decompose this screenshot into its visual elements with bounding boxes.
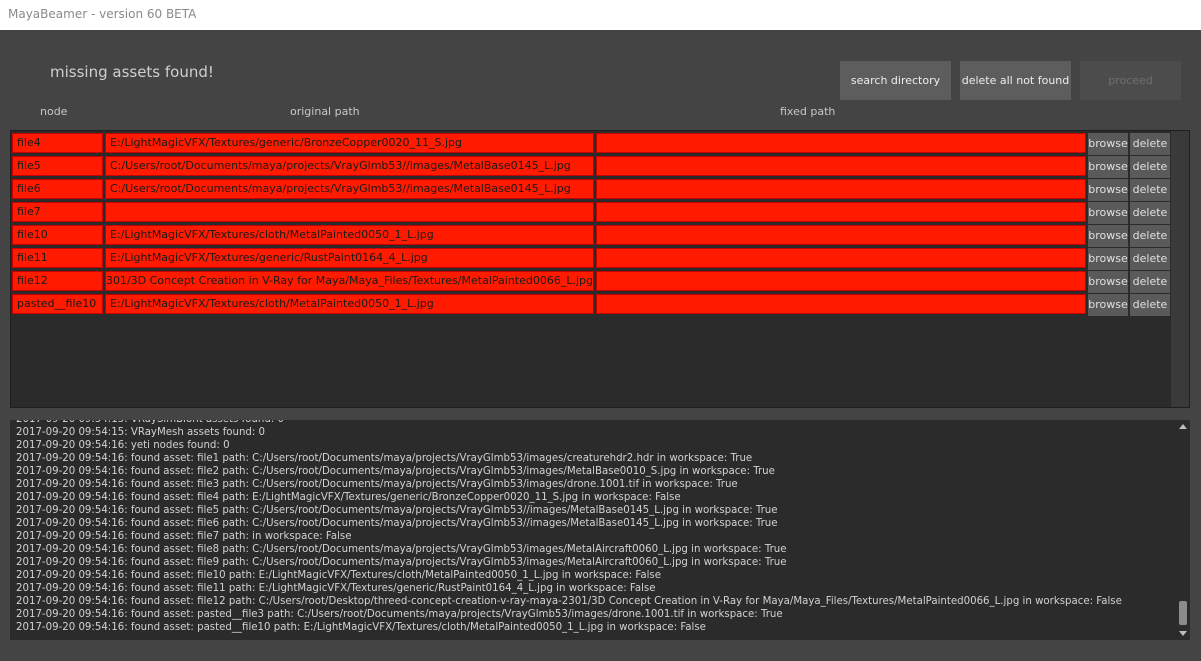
delete-all-not-found-button[interactable]: delete all not found	[960, 61, 1071, 100]
title-bar: MayaBeamer - version 60 BETA	[0, 0, 1201, 30]
node-name-field[interactable]: file12	[12, 271, 103, 291]
node-name-field[interactable]: file6	[12, 179, 103, 199]
node-name-field[interactable]: file7	[12, 202, 103, 222]
log-line: 2017-09-20 09:54:16: found asset: file2 …	[16, 466, 775, 477]
scrollbar-thumb[interactable]	[1179, 601, 1187, 625]
fixed-path-field[interactable]	[596, 294, 1086, 314]
delete-button[interactable]: delete	[1130, 294, 1170, 316]
table-scrollbar[interactable]	[1171, 131, 1189, 407]
window-title: MayaBeamer - version 60 BETA	[8, 7, 197, 21]
node-name-field[interactable]: file11	[12, 248, 103, 268]
log-line: 2017-09-20 09:54:16: found asset: file11…	[16, 583, 656, 594]
scroll-down-arrow-icon[interactable]	[1179, 631, 1187, 636]
browse-button[interactable]: browse	[1088, 179, 1128, 201]
asset-table: file4 E:/LightMagicVFX/Textures/generic/B…	[10, 130, 1190, 408]
column-header-node: node	[40, 105, 68, 118]
column-header-fixed-path: fixed path	[780, 105, 836, 118]
log-line: 2017-09-20 09:54:16: found asset: file1 …	[16, 453, 753, 464]
log-line: 2017-09-20 09:54:16: found asset: file9 …	[16, 557, 787, 568]
log-line: 2017-09-20 09:54:16: found asset: file5 …	[16, 505, 778, 516]
fixed-path-field[interactable]	[596, 225, 1086, 245]
column-header-original-path: original path	[290, 105, 360, 118]
fixed-path-field[interactable]	[596, 156, 1086, 176]
delete-button[interactable]: delete	[1130, 248, 1170, 270]
browse-button[interactable]: browse	[1088, 294, 1128, 316]
browse-button[interactable]: browse	[1088, 225, 1128, 247]
proceed-button[interactable]: proceed	[1080, 61, 1181, 100]
original-path-field[interactable]	[105, 202, 594, 222]
search-directory-button[interactable]: search directory	[840, 61, 951, 100]
original-path-field[interactable]: C:/Users/root/Documents/maya/projects/Vr…	[105, 179, 594, 199]
original-path-field[interactable]: E:/LightMagicVFX/Textures/generic/RustPa…	[105, 248, 594, 268]
node-name-field[interactable]: file10	[12, 225, 103, 245]
log-scrollbar[interactable]	[1176, 420, 1190, 640]
fixed-path-field[interactable]	[596, 179, 1086, 199]
log-line: 2017-09-20 09:54:16: found asset: file6 …	[16, 518, 778, 529]
original-path-field[interactable]: E:/LightMagicVFX/Textures/generic/Bronze…	[105, 133, 594, 153]
delete-button[interactable]: delete	[1130, 156, 1170, 178]
log-panel: 2017-09-20 09:54:15: VRaySimBiont assets…	[10, 420, 1190, 640]
log-line: 2017-09-20 09:54:15: VRayMesh assets fou…	[16, 427, 266, 438]
fixed-path-field[interactable]	[596, 202, 1086, 222]
log-line: 2017-09-20 09:54:16: found asset: file10…	[16, 570, 662, 581]
original-path-field[interactable]: E:/LightMagicVFX/Textures/cloth/MetalPai…	[105, 294, 594, 314]
fixed-path-field[interactable]	[596, 248, 1086, 268]
browse-button[interactable]: browse	[1088, 133, 1128, 155]
original-path-field[interactable]: aya-2301/3D Concept Creation in V-Ray fo…	[105, 271, 594, 291]
log-line: 2017-09-20 09:54:16: found asset: file3 …	[16, 479, 738, 490]
browse-button[interactable]: browse	[1088, 271, 1128, 293]
delete-button[interactable]: delete	[1130, 133, 1170, 155]
status-message: missing assets found!	[50, 63, 214, 81]
log-line: 2017-09-20 09:54:16: found asset: file7 …	[16, 531, 352, 542]
log-line: 2017-09-20 09:54:16: yeti nodes found: 0	[16, 440, 230, 451]
browse-button[interactable]: browse	[1088, 202, 1128, 224]
original-path-field[interactable]: C:/Users/root/Documents/maya/projects/Vr…	[105, 156, 594, 176]
original-path-field[interactable]: E:/LightMagicVFX/Textures/cloth/MetalPai…	[105, 225, 594, 245]
delete-button[interactable]: delete	[1130, 271, 1170, 293]
scroll-up-arrow-icon[interactable]	[1179, 424, 1187, 429]
browse-button[interactable]: browse	[1088, 248, 1128, 270]
delete-button[interactable]: delete	[1130, 179, 1170, 201]
log-line: 2017-09-20 09:54:16: found asset: file8 …	[16, 544, 787, 555]
fixed-path-field[interactable]	[596, 133, 1086, 153]
log-line: 2017-09-20 09:54:16: found asset: file4 …	[16, 492, 681, 503]
delete-button[interactable]: delete	[1130, 225, 1170, 247]
browse-button[interactable]: browse	[1088, 156, 1128, 178]
node-name-field[interactable]: file5	[12, 156, 103, 176]
log-line: 2017-09-20 09:54:16: found asset: file12…	[16, 596, 1122, 607]
log-line: 2017-09-20 09:54:16: found asset: pasted…	[16, 609, 783, 620]
fixed-path-field[interactable]	[596, 271, 1086, 291]
node-name-field[interactable]: pasted__file10	[12, 294, 103, 314]
delete-button[interactable]: delete	[1130, 202, 1170, 224]
log-lines: 2017-09-20 09:54:15: VRaySimBiont assets…	[16, 420, 1122, 634]
log-line: 2017-09-20 09:54:16: found asset: pasted…	[16, 622, 706, 633]
node-name-field[interactable]: file4	[12, 133, 103, 153]
